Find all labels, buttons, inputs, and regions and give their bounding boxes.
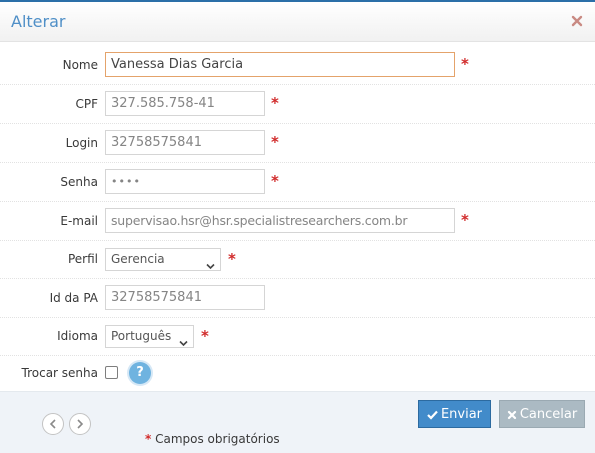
trocar-senha-label: Trocar senha	[21, 366, 98, 380]
check-icon	[427, 410, 438, 420]
required-note-star: *	[145, 432, 152, 446]
question-icon: ?	[136, 365, 144, 380]
form-row-nome: Nome Vanessa Dias Garcia *	[0, 46, 595, 85]
id-pa-label: Id da PA	[49, 291, 98, 305]
chevron-down-icon	[179, 333, 188, 347]
prev-button[interactable]	[42, 413, 64, 435]
login-required-mark: *	[271, 133, 279, 151]
modal-footer: Enviar Cancelar * Campos obrigatórios	[0, 391, 595, 453]
email-label: E-mail	[60, 214, 98, 228]
form-row-email: E-mail supervisao.hsr@hsr.specialistrese…	[0, 202, 595, 241]
cpf-input[interactable]: 327.585.758-41	[105, 91, 265, 116]
chevron-left-icon	[49, 419, 56, 429]
submit-button[interactable]: Enviar	[418, 400, 491, 428]
form-row-id-pa: Id da PA 32758575841	[0, 279, 595, 318]
form-row-senha: Senha •••• *	[0, 163, 595, 202]
nome-input[interactable]: Vanessa Dias Garcia	[105, 52, 455, 77]
perfil-required-mark: *	[228, 250, 236, 268]
help-button[interactable]: ?	[129, 362, 151, 384]
email-input[interactable]: supervisao.hsr@hsr.specialistresearchers…	[105, 208, 455, 233]
email-required-mark: *	[461, 211, 469, 229]
perfil-select[interactable]: Gerencia	[105, 248, 221, 271]
idioma-select-value: Português	[111, 329, 172, 343]
cancel-button[interactable]: Cancelar	[499, 400, 585, 428]
form-row-trocar-senha: Trocar senha ?	[0, 356, 595, 391]
perfil-label: Perfil	[67, 252, 98, 266]
chevron-right-icon	[77, 419, 84, 429]
modal-header: Alterar	[0, 2, 595, 42]
perfil-select-value: Gerencia	[111, 252, 165, 266]
chevron-down-icon	[206, 256, 215, 270]
idioma-select[interactable]: Português	[105, 325, 194, 348]
trocar-senha-checkbox[interactable]	[105, 366, 118, 379]
login-input[interactable]: 32758575841	[105, 130, 265, 155]
idioma-required-mark: *	[201, 327, 209, 345]
idioma-label: Idioma	[57, 329, 98, 343]
senha-required-mark: *	[271, 172, 279, 190]
next-button[interactable]	[69, 413, 91, 435]
nome-required-mark: *	[461, 55, 469, 73]
modal-title: Alterar	[11, 12, 66, 31]
required-note-text: Campos obrigatórios	[155, 432, 280, 446]
cpf-label: CPF	[75, 97, 98, 111]
submit-label: Enviar	[440, 407, 483, 422]
senha-label: Senha	[60, 175, 98, 189]
edit-user-modal: Alterar Nome Vanessa Dias Garcia * CPF 3…	[0, 0, 595, 453]
form-row-idioma: Idioma Português *	[0, 318, 595, 356]
form-row-cpf: CPF 327.585.758-41 *	[0, 85, 595, 124]
form-row-login: Login 32758575841 *	[0, 124, 595, 163]
senha-input[interactable]: ••••	[105, 169, 265, 194]
form-row-perfil: Perfil Gerencia *	[0, 241, 595, 279]
cpf-required-mark: *	[271, 94, 279, 112]
login-label: Login	[65, 136, 98, 150]
nome-label: Nome	[62, 58, 98, 72]
close-icon[interactable]	[570, 14, 584, 28]
required-fields-note: * Campos obrigatórios	[145, 432, 280, 446]
id-pa-input[interactable]: 32758575841	[105, 285, 265, 310]
cancel-label: Cancelar	[519, 407, 578, 422]
x-icon	[507, 410, 516, 420]
